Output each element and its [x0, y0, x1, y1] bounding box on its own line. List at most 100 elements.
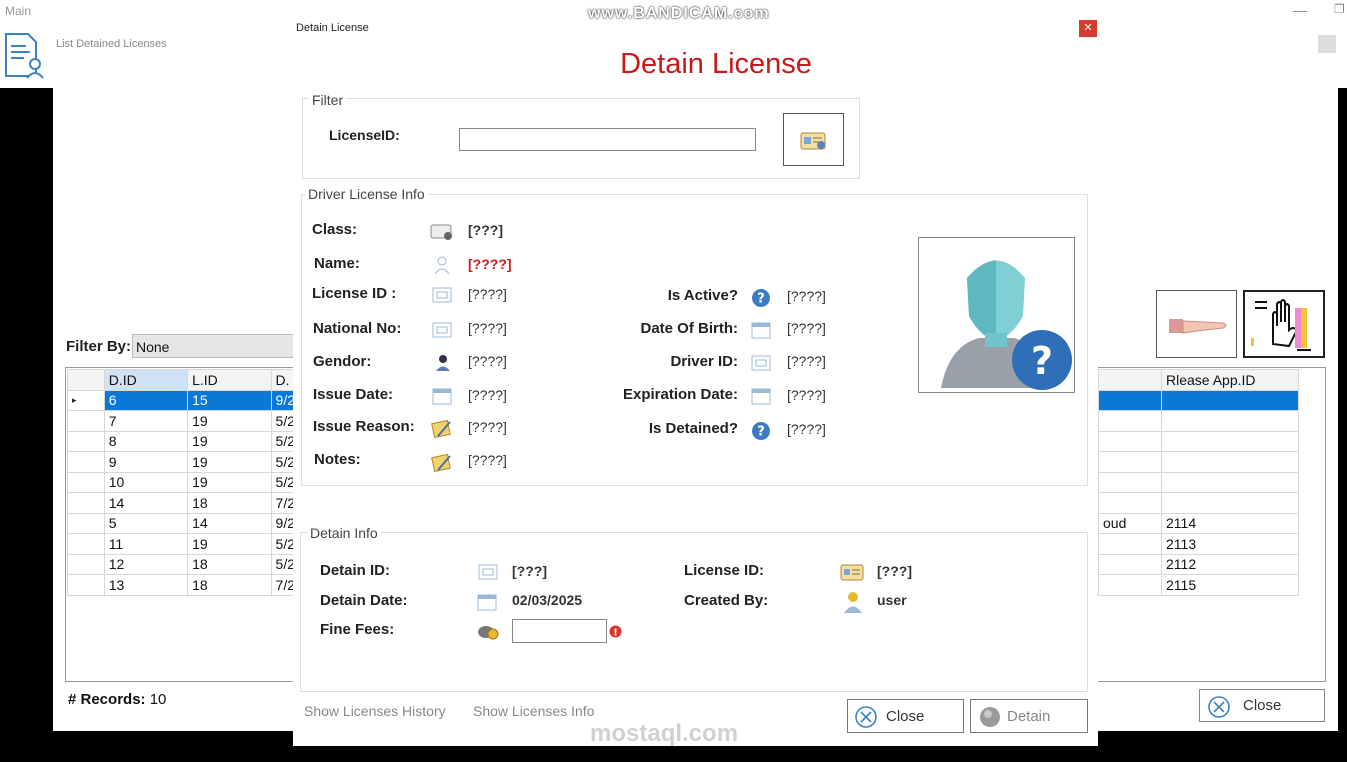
table-cell-lid[interactable]: 19 [187, 410, 272, 432]
table-cell-name_frag[interactable] [1098, 410, 1162, 432]
table-row[interactable] [1098, 430, 1299, 452]
row-header[interactable] [67, 574, 105, 596]
table-cell-release[interactable] [1161, 492, 1299, 514]
table-row[interactable]: 12 18 5/2 [67, 553, 297, 575]
table-cell-did[interactable]: 13 [103, 574, 189, 596]
search-license-button[interactable] [783, 113, 844, 166]
table-cell-lid[interactable]: 18 [187, 492, 272, 514]
table-cell-did[interactable]: 6 [103, 389, 189, 411]
table-row[interactable]: 14 18 7/2 [67, 492, 297, 514]
table-cell-release[interactable]: 2113 [1161, 533, 1299, 555]
detain-button[interactable]: Detain [970, 699, 1088, 733]
row-header[interactable] [67, 533, 105, 555]
table-cell-did[interactable]: 9 [103, 451, 189, 473]
table-cell-lid[interactable]: 14 [187, 512, 272, 534]
table-cell-d[interactable]: 7/2 [270, 492, 297, 514]
table-row[interactable]: oud 2114 [1098, 512, 1299, 534]
show-licenses-info-link[interactable]: Show Licenses Info [473, 703, 594, 719]
table-cell-name_frag[interactable] [1098, 553, 1162, 575]
table-cell-did[interactable]: 7 [103, 410, 189, 432]
table-cell-did[interactable]: 14 [103, 492, 189, 514]
table-cell-release[interactable] [1161, 451, 1299, 473]
table-cell-d[interactable]: 5/2 [270, 410, 297, 432]
release-license-button[interactable] [1243, 290, 1325, 358]
table-cell-did[interactable]: 8 [103, 430, 189, 452]
table-cell-lid[interactable]: 18 [187, 574, 272, 596]
table-row[interactable]: ▸ 6 15 9/2 [67, 389, 297, 411]
table-cell-name_frag[interactable] [1098, 533, 1162, 555]
table-cell-lid[interactable]: 19 [187, 430, 272, 452]
col-header-name[interactable] [1098, 369, 1162, 391]
filter-license-id-input[interactable] [459, 128, 756, 151]
table-cell-d[interactable]: 5/2 [270, 451, 297, 473]
row-header[interactable] [67, 492, 105, 514]
table-cell-lid[interactable]: 15 [187, 389, 272, 411]
row-header[interactable] [67, 430, 105, 452]
table-row[interactable]: 2112 [1098, 553, 1299, 575]
dialog-close-x-button[interactable]: ✕ [1079, 20, 1097, 37]
col-header-did[interactable]: D.ID [103, 369, 189, 391]
table-cell-d[interactable]: 5/2 [270, 533, 297, 555]
table-row[interactable] [1098, 389, 1299, 411]
table-cell-lid[interactable]: 19 [187, 533, 272, 555]
table-cell-lid[interactable]: 19 [187, 451, 272, 473]
row-header[interactable] [67, 471, 105, 493]
grid-left-part[interactable]: D.ID L.ID D. ▸ 6 15 9/2 7 19 5/2 8 19 5/2 9 19 5/2 10… [67, 369, 297, 596]
table-cell-d[interactable]: 5/2 [270, 471, 297, 493]
row-header[interactable] [67, 410, 105, 432]
maximize-icon[interactable]: ❐ [1334, 2, 1345, 16]
row-header[interactable]: ▸ [67, 389, 105, 411]
table-row[interactable] [1098, 451, 1299, 473]
table-cell-release[interactable]: 2115 [1161, 574, 1299, 596]
filter-by-select[interactable]: None [132, 334, 297, 358]
table-row[interactable]: 8 19 5/2 [67, 430, 297, 452]
table-cell-d[interactable]: 7/2 [270, 574, 297, 596]
table-cell-d[interactable]: 9/2 [270, 512, 297, 534]
table-row[interactable]: 13 18 7/2 [67, 574, 297, 596]
table-cell-lid[interactable]: 19 [187, 471, 272, 493]
detain-hand-button[interactable] [1156, 290, 1237, 358]
table-row[interactable] [1098, 410, 1299, 432]
table-row[interactable]: 9 19 5/2 [67, 451, 297, 473]
row-header[interactable] [67, 451, 105, 473]
minimize-icon[interactable]: — [1293, 2, 1307, 18]
dialog-close-button[interactable]: Close [847, 699, 964, 733]
table-cell-d[interactable]: 9/2 [270, 389, 297, 411]
table-cell-name_frag[interactable] [1098, 492, 1162, 514]
table-cell-did[interactable]: 12 [103, 553, 189, 575]
table-row[interactable]: 2113 [1098, 533, 1299, 555]
table-row[interactable] [1098, 492, 1299, 514]
grid-right-part[interactable]: Rlease App.ID oud 2114 2113 2112 2115 [1098, 369, 1299, 596]
show-licenses-history-link[interactable]: Show Licenses History [304, 703, 446, 719]
table-row[interactable]: 10 19 5/2 [67, 471, 297, 493]
table-cell-release[interactable]: 2114 [1161, 512, 1299, 534]
table-cell-did[interactable]: 11 [103, 533, 189, 555]
table-row[interactable]: 5 14 9/2 [67, 512, 297, 534]
table-cell-name_frag[interactable] [1098, 471, 1162, 493]
table-cell-release[interactable] [1161, 389, 1299, 411]
table-row[interactable]: 11 19 5/2 [67, 533, 297, 555]
table-cell-name_frag[interactable] [1098, 451, 1162, 473]
table-cell-release[interactable] [1161, 471, 1299, 493]
table-cell-lid[interactable]: 18 [187, 553, 272, 575]
table-cell-name_frag[interactable] [1098, 389, 1162, 411]
col-header-date[interactable]: D. [270, 369, 297, 391]
row-header[interactable] [67, 553, 105, 575]
table-cell-name_frag[interactable] [1098, 430, 1162, 452]
table-row[interactable]: 2115 [1098, 574, 1299, 596]
table-cell-d[interactable]: 5/2 [270, 430, 297, 452]
table-cell-release[interactable]: 2112 [1161, 553, 1299, 575]
table-cell-name_frag[interactable] [1098, 574, 1162, 596]
col-header-lid[interactable]: L.ID [187, 369, 272, 391]
table-cell-release[interactable] [1161, 410, 1299, 432]
main-close-button[interactable]: Close [1199, 689, 1325, 722]
fine-fees-input[interactable] [512, 619, 607, 643]
table-row[interactable]: 7 19 5/2 [67, 410, 297, 432]
table-cell-name_frag[interactable]: oud [1098, 512, 1162, 534]
table-cell-release[interactable] [1161, 430, 1299, 452]
table-cell-d[interactable]: 5/2 [270, 553, 297, 575]
table-cell-did[interactable]: 5 [103, 512, 189, 534]
col-header-release-app-id[interactable]: Rlease App.ID [1161, 369, 1299, 391]
table-cell-did[interactable]: 10 [103, 471, 189, 493]
table-row[interactable] [1098, 471, 1299, 493]
